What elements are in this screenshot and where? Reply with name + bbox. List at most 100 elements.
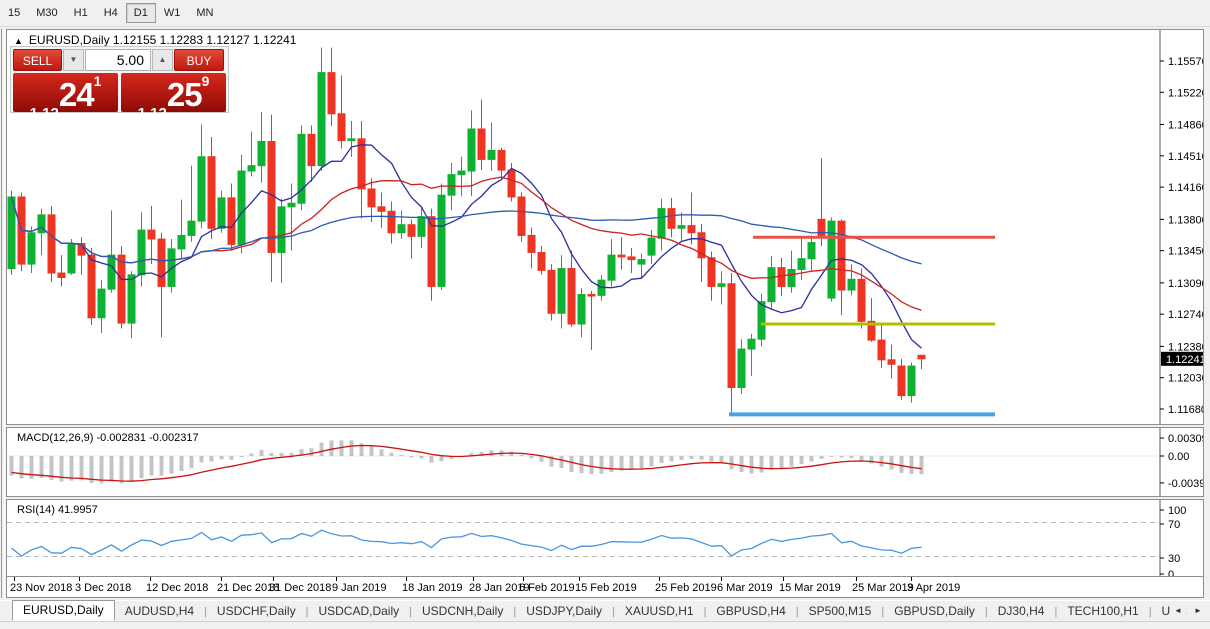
time-axis-tick (221, 577, 222, 581)
macd-histogram-bar (350, 440, 354, 456)
chart-tab-usdcnh-daily[interactable]: USDCNH,Daily (412, 602, 513, 621)
candle (488, 123, 495, 171)
candle (638, 253, 645, 277)
candle (208, 137, 215, 239)
macd-histogram-bar (20, 456, 24, 479)
candle (908, 362, 915, 402)
macd-histogram-bar (570, 456, 574, 472)
volume-input[interactable]: 5.00 (85, 49, 151, 71)
candle (778, 258, 785, 296)
chart-tab-usdchf-daily[interactable]: USDCHF,Daily (207, 602, 306, 621)
tab-scroll-right-button[interactable]: ► (1190, 603, 1206, 618)
buy-button[interactable]: BUY (174, 49, 224, 71)
chart-header-text: EURUSD,Daily 1.12155 1.12283 1.12127 1.1… (29, 33, 297, 47)
candle (18, 193, 25, 272)
chart-tab-tech100-h1[interactable]: TECH100,H1 (1057, 602, 1148, 621)
candle (788, 251, 795, 293)
window-left-bevel (1, 29, 5, 598)
candle (608, 239, 615, 286)
chart-tab-dj30-h4[interactable]: DJ30,H4 (988, 602, 1055, 621)
volume-decrease-button[interactable]: ▼ (63, 49, 84, 71)
candle (178, 200, 185, 260)
chart-tab-gbpusd-h4[interactable]: GBPUSD,H4 (706, 602, 795, 621)
candle (898, 359, 905, 400)
candle (38, 209, 45, 256)
candle (408, 219, 415, 258)
candle (308, 125, 315, 181)
macd-histogram-bar (760, 456, 764, 473)
timeframe-button-m30[interactable]: M30 (28, 3, 65, 23)
macd-histogram-bar (680, 456, 684, 460)
time-axis-label: 15 Mar 2019 (779, 582, 841, 594)
time-axis-tick (659, 577, 660, 581)
buy-quote-tile[interactable]: 1.12259 (121, 73, 226, 112)
rsi-chart: 10070300 (7, 500, 1203, 576)
macd-histogram-bar (740, 456, 744, 472)
candle (328, 48, 335, 127)
macd-histogram-bar (320, 443, 324, 456)
chart-tab-gbpusd-daily[interactable]: GBPUSD,Daily (884, 602, 985, 621)
macd-histogram-bar (190, 456, 194, 468)
time-axis-tick (911, 577, 912, 581)
macd-histogram-bar (820, 456, 824, 459)
time-axis-tick (473, 577, 474, 581)
chart-tab-usdjpy-daily[interactable]: USDJPY,Daily (516, 602, 612, 621)
timeframe-button-mn[interactable]: MN (188, 3, 221, 23)
time-axis-label: 3 Apr 2019 (907, 582, 960, 594)
macd-histogram-bar (730, 456, 734, 469)
collapse-icon[interactable]: ▲ (14, 36, 23, 46)
rsi-panel[interactable]: 10070300 RSI(14) 41.9957 (6, 499, 1204, 577)
candle (198, 125, 205, 229)
chart-tab-audusd-h4[interactable]: AUDUSD,H4 (115, 602, 204, 621)
candle (398, 210, 405, 239)
time-axis-label: 23 Nov 2018 (10, 582, 72, 594)
candle (918, 355, 925, 369)
chart-tab-sp500-m15[interactable]: SP500,M15 (799, 602, 882, 621)
macd-panel[interactable]: 0.0030950.00-0.003947 MACD(12,26,9) -0.0… (6, 427, 1204, 497)
macd-histogram-bar (600, 456, 604, 474)
macd-histogram-bar (720, 456, 724, 463)
candle (298, 125, 305, 210)
macd-histogram-bar (860, 456, 864, 461)
macd-histogram-bar (880, 456, 884, 467)
macd-axis-label: -0.003947 (1168, 478, 1203, 490)
timeframe-button-d1[interactable]: D1 (126, 3, 156, 23)
candle (118, 246, 125, 328)
time-axis-label: 31 Dec 2018 (269, 582, 331, 594)
chart-tab-xauusd-h1[interactable]: XAUUSD,H1 (615, 602, 704, 621)
rsi-axis-label: 0 (1168, 569, 1174, 576)
volume-increase-button[interactable]: ▲ (152, 49, 173, 71)
macd-histogram-bar (870, 456, 874, 464)
macd-histogram-bar (130, 456, 134, 482)
macd-histogram-bar (200, 456, 204, 462)
candle (78, 237, 85, 275)
macd-histogram-bar (840, 456, 844, 458)
macd-histogram-bar (140, 456, 144, 478)
timeframe-button-w1[interactable]: W1 (156, 3, 189, 23)
timeframe-button-h1[interactable]: H1 (66, 3, 96, 23)
time-axis-tick (406, 577, 407, 581)
macd-histogram-bar (780, 456, 784, 469)
candle (108, 210, 115, 292)
candle (358, 121, 365, 219)
time-axis-tick (523, 577, 524, 581)
chart-tab-eurusd-daily[interactable]: EURUSD,Daily (12, 600, 115, 621)
macd-histogram-bar (810, 456, 814, 461)
macd-histogram-bar (370, 446, 374, 456)
macd-histogram-bar (670, 456, 674, 461)
candle (618, 237, 625, 269)
macd-histogram-bar (900, 456, 904, 473)
timeframe-button-h4[interactable]: H4 (96, 3, 126, 23)
candle (428, 209, 435, 301)
time-axis[interactable]: 23 Nov 20183 Dec 201812 Dec 201821 Dec 2… (6, 577, 1204, 598)
macd-histogram-bar (620, 456, 624, 471)
chart-tab-usdcad-daily[interactable]: USDCAD,Daily (308, 602, 409, 621)
time-axis-tick (14, 577, 15, 581)
timeframe-button-15[interactable]: 15 (0, 3, 28, 23)
candle (98, 280, 105, 333)
sell-button[interactable]: SELL (13, 49, 62, 71)
macd-histogram-bar (610, 456, 614, 472)
sell-quote-tile[interactable]: 1.12241 (13, 73, 118, 112)
candle (538, 246, 545, 275)
tab-scroll-left-button[interactable]: ◄ (1170, 603, 1186, 618)
